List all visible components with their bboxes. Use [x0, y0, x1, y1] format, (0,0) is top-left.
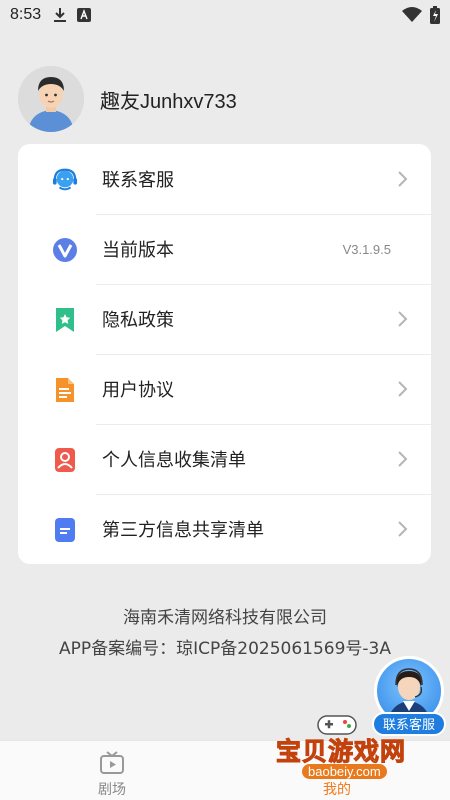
menu-item-label: 个人信息收集清单 — [102, 450, 246, 471]
chevron-right-icon — [397, 310, 409, 328]
download-icon — [53, 7, 67, 23]
floating-customer-service-button[interactable]: 联系客服 — [372, 656, 446, 736]
status-time: 8:53 — [10, 6, 42, 23]
menu-item-user-agreement[interactable]: 用户协议 — [18, 354, 431, 424]
chevron-right-icon — [397, 170, 409, 188]
floating-service-label: 联系客服 — [372, 712, 446, 736]
company-name: 海南禾清网络科技有限公司 — [123, 608, 327, 628]
menu-item-label: 联系客服 — [102, 170, 174, 191]
tv-icon — [99, 751, 125, 775]
menu-item-privacy-policy[interactable]: 隐私政策 — [18, 284, 431, 354]
a-icon — [77, 8, 92, 22]
tab-theater[interactable]: 剧场 — [52, 741, 172, 800]
headset-icon — [52, 167, 78, 193]
username: 趣友Junhxv733 — [100, 90, 237, 113]
menu-item-label: 当前版本 — [102, 240, 174, 261]
chevron-right-icon — [397, 380, 409, 398]
gamepad-icon — [317, 715, 357, 735]
list-icon — [52, 517, 78, 543]
version-value: V3.1.9.5 — [342, 241, 391, 257]
wifi-icon — [402, 7, 422, 27]
chevron-right-icon — [397, 520, 409, 538]
bottom-navigation: 剧场 我的 — [0, 740, 450, 800]
tab-mine[interactable]: 我的 — [277, 741, 397, 800]
version-icon — [52, 237, 78, 263]
menu-item-personal-info-list[interactable]: 个人信息收集清单 — [18, 424, 431, 494]
menu-item-label: 用户协议 — [102, 380, 174, 401]
profile-header[interactable]: 趣友Junhxv733 — [18, 66, 237, 132]
user-avatar-icon[interactable] — [18, 66, 84, 132]
tab-label: 剧场 — [98, 782, 126, 798]
settings-menu: 联系客服 当前版本 V3.1.9.5 隐私政策 用户协议 个人信息收集清单 第三… — [18, 144, 431, 564]
user-icon — [324, 751, 350, 775]
menu-item-label: 隐私政策 — [102, 310, 174, 331]
document-icon — [52, 377, 78, 403]
menu-item-contact-service[interactable]: 联系客服 — [18, 144, 431, 214]
menu-item-third-party-sharing[interactable]: 第三方信息共享清单 — [18, 494, 431, 564]
status-bar: 8:53 — [0, 0, 450, 30]
person-icon — [52, 447, 78, 473]
menu-item-label: 第三方信息共享清单 — [102, 520, 264, 541]
chevron-right-icon — [397, 450, 409, 468]
bookmark-shield-icon — [52, 307, 78, 333]
battery-icon — [430, 6, 440, 28]
tab-label: 我的 — [323, 782, 351, 798]
menu-item-current-version[interactable]: 当前版本 V3.1.9.5 — [18, 214, 431, 284]
